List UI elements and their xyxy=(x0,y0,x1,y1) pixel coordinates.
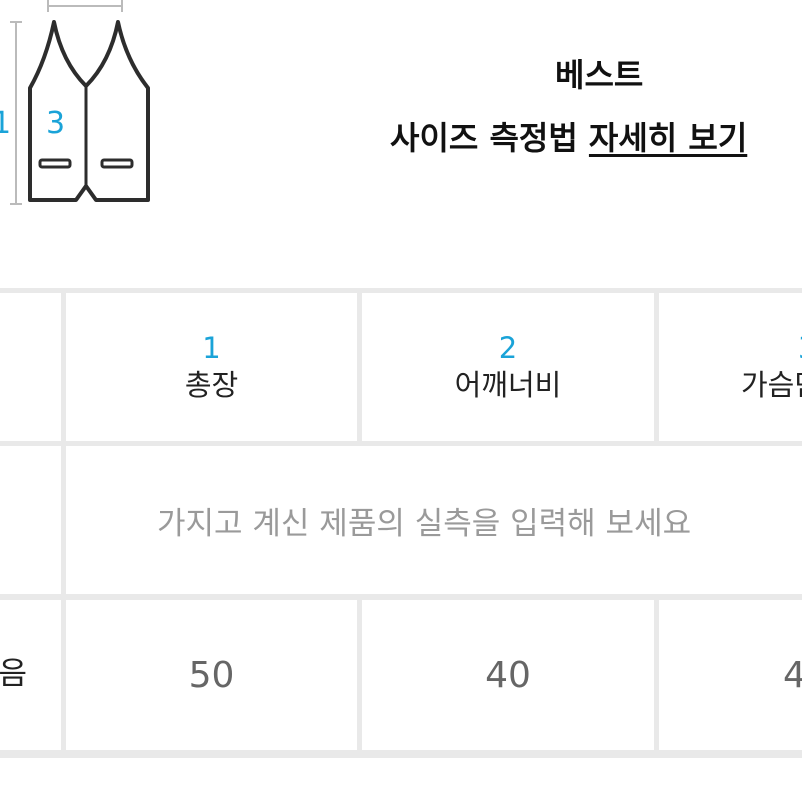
column-label: 가슴단면 xyxy=(741,368,802,402)
column-header-length: 1 총장 xyxy=(66,293,357,441)
measurement-hint: 가지고 계신 제품의 실측을 입력해 보세요 xyxy=(157,506,692,542)
table-corner-cell xyxy=(0,293,61,441)
value-length: 50 xyxy=(188,654,235,696)
measure-guide-label: 사이즈 측정법 xyxy=(390,119,578,157)
vest-illustration: 1 3 xyxy=(0,0,160,215)
hint-row-label-cell xyxy=(0,446,61,594)
vest-icon xyxy=(10,0,150,205)
column-label: 총장 xyxy=(184,368,239,402)
column-label: 어깨너비 xyxy=(454,368,562,402)
value-cell-chest: 45 xyxy=(659,600,802,750)
measure-guide: 사이즈 측정법 자세히 보기 xyxy=(390,113,747,159)
column-number: 1 xyxy=(202,331,221,365)
column-header-shoulder: 2 어깨너비 xyxy=(362,293,654,441)
column-number: 3 xyxy=(659,330,802,366)
column-number: 2 xyxy=(498,331,518,365)
measure-marker-3: 3 xyxy=(46,106,66,141)
view-details-link[interactable]: 자세히 보기 xyxy=(589,119,747,157)
row-label: 모두 같음 xyxy=(0,656,27,692)
value-cell-shoulder: 40 xyxy=(362,600,654,750)
product-title: 베스트 xyxy=(555,56,644,94)
value-chest: 45 xyxy=(783,654,802,696)
column-header-chest: 3 가슴단면 xyxy=(659,293,802,441)
measure-marker-1: 1 xyxy=(0,106,12,141)
value-shoulder: 40 xyxy=(485,654,531,696)
value-cell-length: 50 xyxy=(66,600,357,750)
